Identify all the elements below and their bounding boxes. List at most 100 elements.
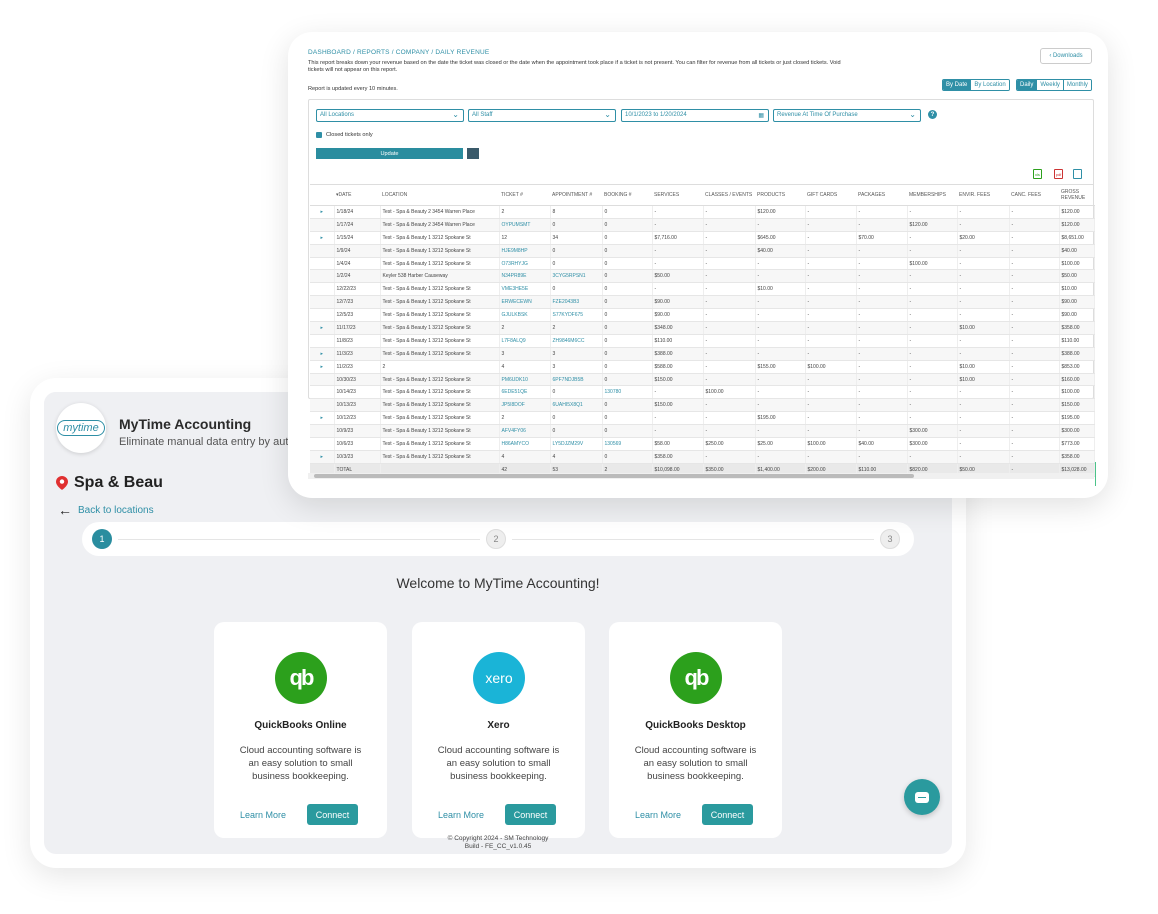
location-select[interactable]: All Locations ⌄ xyxy=(316,109,464,122)
daily-option[interactable]: Daily xyxy=(1017,80,1038,90)
table-cell[interactable]: S77KYDF675 xyxy=(550,308,603,323)
table-cell[interactable]: ERWECEWN xyxy=(499,295,551,310)
table-cell[interactable]: N34PR89E xyxy=(499,269,551,284)
weekly-option[interactable]: Weekly xyxy=(1037,80,1064,90)
table-cell[interactable]: GJULKBSK xyxy=(499,308,551,323)
table-cell: 0 xyxy=(602,308,653,323)
table-row[interactable]: 11/8/23 Test - Spa & Beauty 1 3212 Spokan… xyxy=(310,334,1095,348)
table-row[interactable]: 10/30/23 Test - Spa & Beauty 1 3212 Spoka… xyxy=(310,373,1095,387)
checkbox-checked-icon[interactable] xyxy=(316,132,322,138)
table-cell: $120.00 xyxy=(1059,218,1095,232)
table-cell xyxy=(310,437,335,451)
connect-button[interactable]: Connect xyxy=(702,804,753,825)
monthly-option[interactable]: Monthly xyxy=(1063,80,1091,90)
table-cell[interactable]: 3CYG5RPSN1 xyxy=(550,269,603,284)
table-cell[interactable]: L7F8ALQ9 xyxy=(499,334,551,348)
table-row[interactable]: 10/14/23 Test - Spa & Beauty 1 3212 Spoka… xyxy=(310,385,1095,400)
table-cell: 0 xyxy=(602,424,653,439)
table-cell[interactable]: LY5DJZM29V xyxy=(550,437,603,451)
breadcrumb[interactable]: DASHBOARD / REPORTS / COMPANY / DAILY RE… xyxy=(308,49,489,56)
table-cell[interactable]: JP5I8DOF xyxy=(499,398,551,413)
table-cell[interactable]: 6EDE51QE xyxy=(499,385,551,400)
scrollbar-thumb[interactable] xyxy=(314,474,914,478)
table-cell[interactable]: VME3HE5E xyxy=(499,282,551,297)
table-row[interactable]: 12/5/23 Test - Spa & Beauty 1 3212 Spokan… xyxy=(310,308,1095,323)
expand-row-icon[interactable]: ▸ xyxy=(310,360,335,374)
table-cell[interactable]: 130569 xyxy=(602,437,653,451)
expand-row-icon[interactable]: ▸ xyxy=(310,205,335,219)
learn-more-link[interactable]: Learn More xyxy=(438,810,484,820)
table-cell[interactable]: O73RHYJG xyxy=(499,257,551,271)
table-cell[interactable]: AFV4FY06 xyxy=(499,424,551,439)
table-cell xyxy=(310,269,335,284)
table-cell[interactable]: PM6UDK10 xyxy=(499,373,551,387)
table-cell: - xyxy=(805,373,857,387)
expand-row-icon[interactable]: ▸ xyxy=(310,411,335,426)
table-cell[interactable]: HJE9M8HP xyxy=(499,244,551,258)
table-row[interactable]: 1/17/24 Test - Spa & Beauty 2 3454 Warren… xyxy=(310,218,1095,232)
table-cell: - xyxy=(957,398,1010,413)
closed-tickets-checkbox[interactable]: Closed tickets only xyxy=(316,132,373,138)
table-row[interactable]: ▸ 11/2/23 2 4 3 0 $588.00- $155.00 $100.00- - $10.… xyxy=(310,360,1095,374)
table-cell: 2 xyxy=(499,321,551,335)
table-row[interactable]: 10/13/23 Test - Spa & Beauty 1 3212 Spoka… xyxy=(310,398,1095,413)
expand-row-icon[interactable]: ▸ xyxy=(310,321,335,335)
table-row[interactable]: 1/4/24 Test - Spa & Beauty 1 3212 Spokane… xyxy=(310,257,1095,271)
update-button[interactable]: Update xyxy=(316,148,463,159)
table-row[interactable]: ▸ 10/12/23 Test - Spa & Beauty 1 3212 Spok… xyxy=(310,411,1095,426)
horizontal-scrollbar[interactable] xyxy=(308,473,1094,479)
table-row[interactable]: 10/6/23 Test - Spa & Beauty 1 3212 Spokan… xyxy=(310,437,1095,451)
table-cell[interactable]: FZE2043B3 xyxy=(550,295,603,310)
learn-more-link[interactable]: Learn More xyxy=(240,810,286,820)
expand-row-icon[interactable]: ▸ xyxy=(310,450,335,464)
table-row[interactable]: ▸ 1/18/24 Test - Spa & Beauty 2 3454 Warre… xyxy=(310,205,1095,219)
step-3[interactable]: 3 xyxy=(880,529,900,549)
staff-select[interactable]: All Staff ⌄ xyxy=(468,109,616,122)
step-1[interactable]: 1 xyxy=(92,529,112,549)
learn-more-link[interactable]: Learn More xyxy=(635,810,681,820)
excel-export-icon[interactable]: xls xyxy=(1033,169,1042,179)
pdf-export-icon[interactable]: pdf xyxy=(1054,169,1063,179)
table-cell: - xyxy=(1009,424,1060,439)
date-range-input[interactable]: 10/1/2023 to 1/20/2024 ▦ xyxy=(621,109,769,122)
revenue-type-select[interactable]: Revenue At Time Of Purchase ⌄ xyxy=(773,109,921,122)
table-cell: - xyxy=(805,218,857,232)
table-row[interactable]: 10/9/23 Test - Spa & Beauty 1 3212 Spokan… xyxy=(310,424,1095,439)
table-row[interactable]: ▸ 10/3/23 Test - Spa & Beauty 1 3212 Spoka… xyxy=(310,450,1095,464)
table-cell[interactable]: 130780 xyxy=(602,385,653,400)
expand-row-icon[interactable]: ▸ xyxy=(310,231,335,245)
table-row[interactable]: 1/9/24 Test - Spa & Beauty 1 3212 Spokane… xyxy=(310,244,1095,258)
column-header[interactable]: ▾DATE xyxy=(334,184,380,206)
back-to-locations-link[interactable]: ← Back to locations xyxy=(58,502,154,518)
step-2[interactable]: 2 xyxy=(486,529,506,549)
table-cell: $100.00 xyxy=(1059,385,1095,400)
table-cell[interactable]: ZH9846M6CC xyxy=(550,334,603,348)
table-row[interactable]: ▸ 1/15/24 Test - Spa & Beauty 1 3212 Spoka… xyxy=(310,231,1095,245)
report-description: This report breaks down your revenue bas… xyxy=(308,60,841,73)
table-cell: 1/9/24 xyxy=(334,244,381,258)
by-location-option[interactable]: By Location xyxy=(971,80,1009,90)
downloads-button[interactable]: ‹ Downloads xyxy=(1040,48,1092,64)
table-cell: 2 xyxy=(550,321,603,335)
by-date-option[interactable]: By Date xyxy=(943,80,972,90)
table-row[interactable]: 1/2/24 Keyler 538 Harber Causeway N34PR89E… xyxy=(310,269,1095,284)
connect-button[interactable]: Connect xyxy=(307,804,358,825)
table-cell: - xyxy=(755,450,806,464)
table-cell: $10.00 xyxy=(755,282,806,297)
table-cell[interactable]: 6UAHI5X8Q1 xyxy=(550,398,603,413)
quickbooks-logo-icon: qb xyxy=(275,652,327,704)
table-row[interactable]: 12/7/23 Test - Spa & Beauty 1 3212 Spokan… xyxy=(310,295,1095,310)
table-cell[interactable]: H86AMYCO xyxy=(499,437,551,451)
print-icon[interactable] xyxy=(1073,169,1082,179)
table-cell[interactable]: OYPUMSMT xyxy=(499,218,551,232)
table-row[interactable]: ▸ 11/17/23 Test - Spa & Beauty 1 3212 Spok… xyxy=(310,321,1095,335)
chat-button[interactable] xyxy=(904,779,940,815)
table-row[interactable]: ▸ 11/3/23 Test - Spa & Beauty 1 3212 Spoka… xyxy=(310,347,1095,361)
table-cell[interactable]: 6PF7NDJB5B xyxy=(550,373,603,387)
connect-button[interactable]: Connect xyxy=(505,804,556,825)
options-button[interactable] xyxy=(467,148,479,159)
expand-row-icon[interactable]: ▸ xyxy=(310,347,335,361)
back-link-label: Back to locations xyxy=(78,504,154,516)
table-row[interactable]: 12/22/23 Test - Spa & Beauty 1 3212 Spoka… xyxy=(310,282,1095,297)
help-icon[interactable]: ? xyxy=(928,110,937,119)
